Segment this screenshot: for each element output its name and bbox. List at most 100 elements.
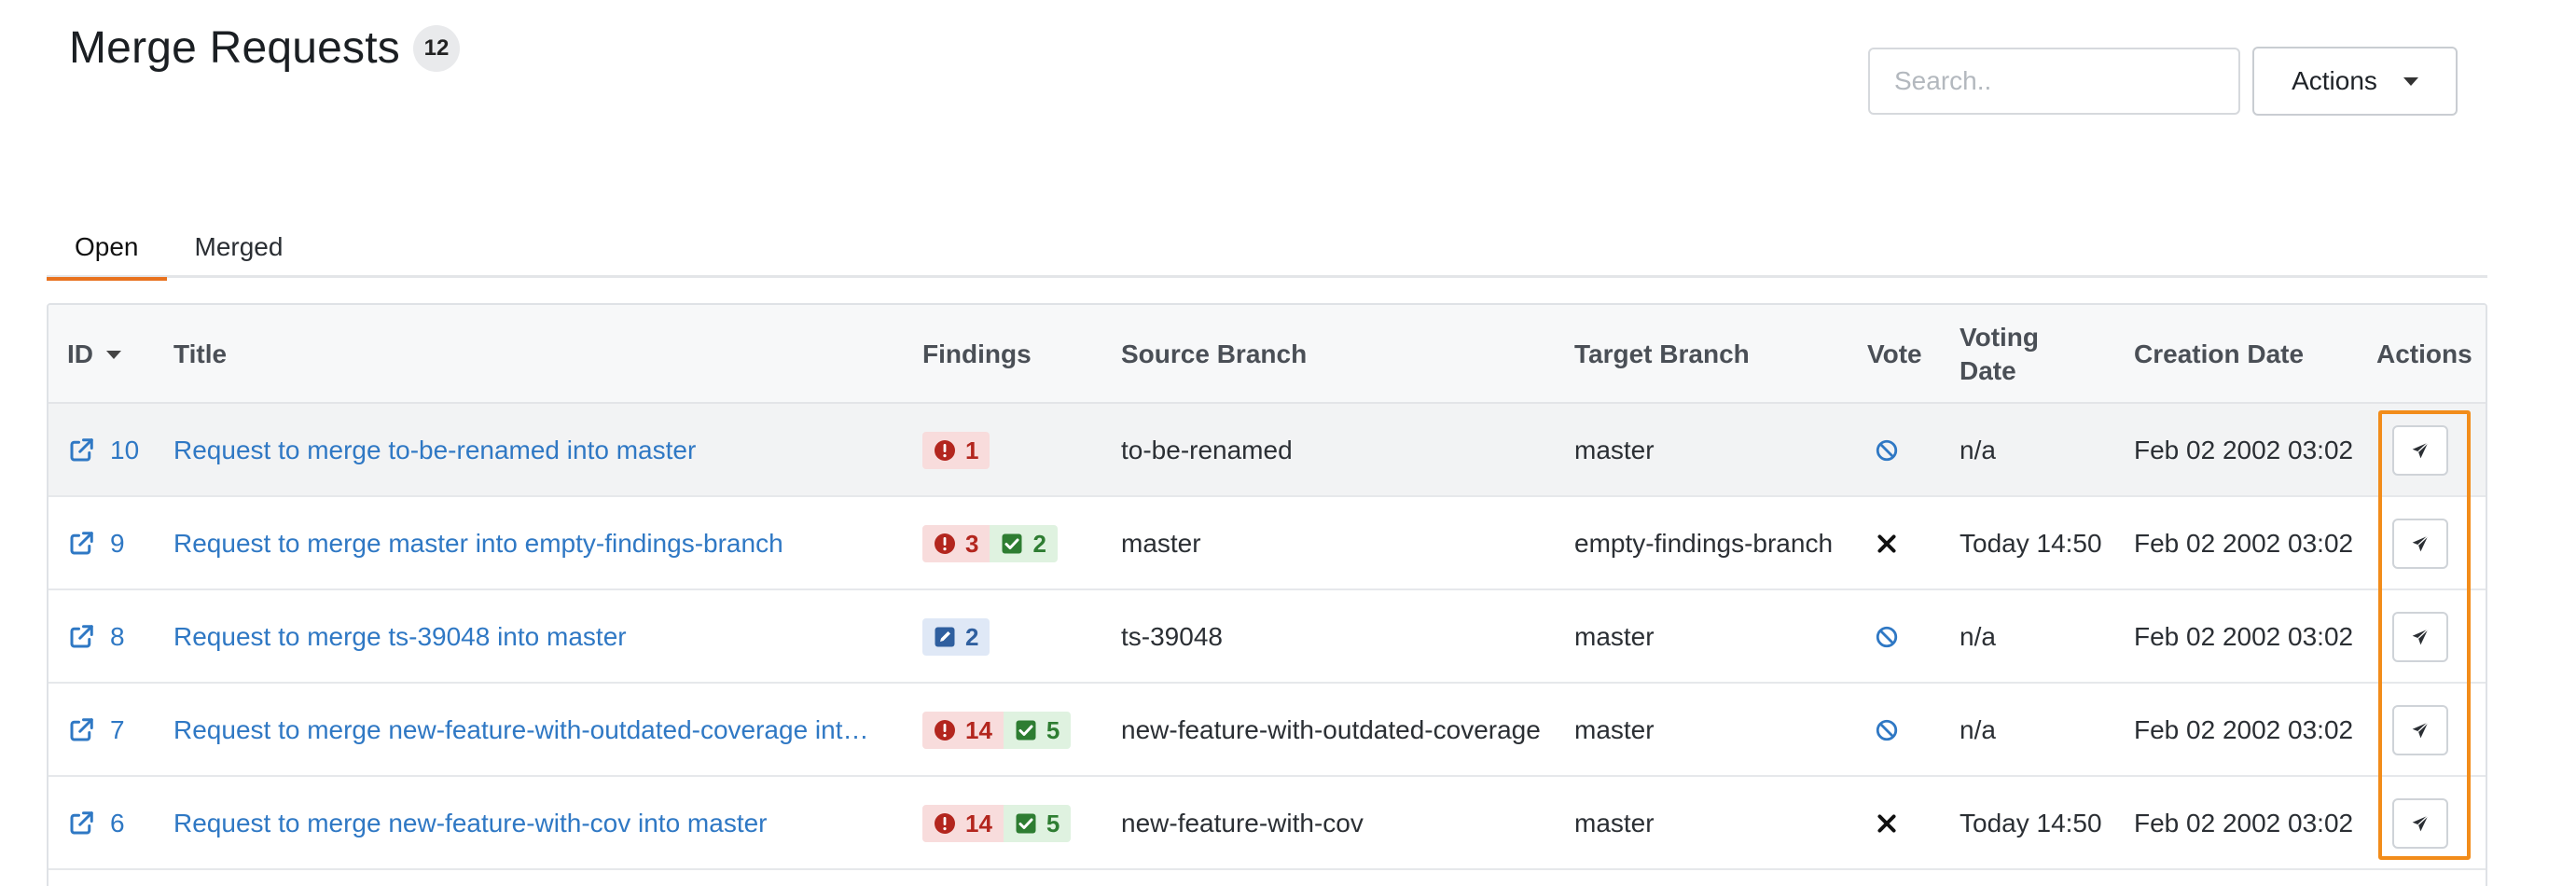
check-square-icon <box>1002 533 1022 554</box>
sort-descending-icon[interactable] <box>106 350 121 359</box>
x-mark-icon <box>1877 534 1896 553</box>
findings-badge-red[interactable]: 14 <box>922 805 1004 842</box>
external-link-icon[interactable] <box>67 530 95 558</box>
send-action-button[interactable] <box>2392 612 2448 662</box>
row-vote <box>1862 497 1912 590</box>
external-link-icon[interactable] <box>67 716 95 744</box>
send-action-button[interactable] <box>2392 705 2448 755</box>
row-id[interactable]: 10 <box>110 436 139 465</box>
findings-count: 2 <box>1032 529 1046 558</box>
ban-icon <box>1876 439 1898 462</box>
row-creation-date: Feb 02 2002 03:02 <box>2134 809 2354 838</box>
row-id-link[interactable]: 6 <box>67 777 125 870</box>
search-input[interactable] <box>1894 66 2231 96</box>
pencil-square-icon <box>935 627 955 647</box>
row-id[interactable]: 9 <box>110 529 125 559</box>
actions-dropdown-button[interactable]: Actions <box>2252 47 2458 116</box>
row-findings: 14 5 <box>922 777 1072 870</box>
row-creation-date: Feb 02 2002 03:02 <box>2134 715 2354 744</box>
tab-open[interactable]: Open <box>47 216 167 281</box>
search-box[interactable] <box>1868 48 2240 115</box>
row-title-cell: Request to merge to-be-renamed into mast… <box>173 404 920 497</box>
row-findings: 1 <box>922 404 990 497</box>
row-id-link[interactable]: 10 <box>67 404 139 497</box>
send-action-button[interactable] <box>2392 519 2448 569</box>
row-source-branch: new-feature-with-cov <box>1121 809 1364 838</box>
page-title: Merge Requests <box>69 23 400 73</box>
findings-badge-green[interactable]: 2 <box>990 525 1058 562</box>
row-id-link[interactable]: 9 <box>67 497 125 590</box>
row-title-link[interactable]: Request to merge ts-39048 into master <box>173 622 627 652</box>
merge-requests-page: Merge Requests 12 Actions Open Merged ID… <box>0 0 2576 886</box>
paper-plane-icon <box>2412 629 2429 645</box>
count-badge: 12 <box>412 24 460 72</box>
merge-requests-table: ID Title Findings Source Branch Target B… <box>47 303 2487 886</box>
column-header-title: Title <box>173 339 228 368</box>
row-id[interactable]: 7 <box>110 715 125 745</box>
column-header-target-branch: Target Branch <box>1574 339 1750 368</box>
table-row: 8 Request to merge ts-39048 into master … <box>48 590 2486 684</box>
check-square-icon <box>1016 813 1036 834</box>
row-source-branch: new-feature-with-outdated-coverage <box>1121 715 1541 744</box>
row-actions <box>2392 684 2448 777</box>
column-header-id-label: ID <box>67 339 93 368</box>
row-id[interactable]: 6 <box>110 809 125 838</box>
row-creation-date: Feb 02 2002 03:02 <box>2134 436 2354 464</box>
row-title-cell: Request to merge new-feature-with-cov in… <box>173 777 920 870</box>
paper-plane-icon <box>2412 815 2429 832</box>
row-actions <box>2392 590 2448 684</box>
tab-bar: Open Merged <box>47 216 2487 281</box>
row-vote <box>1862 404 1912 497</box>
column-header-findings: Findings <box>922 339 1032 368</box>
row-target-branch: master <box>1574 436 1655 464</box>
exclamation-circle-icon <box>935 720 955 741</box>
external-link-icon[interactable] <box>67 623 95 651</box>
table-row: 6 Request to merge new-feature-with-cov … <box>48 777 2486 870</box>
row-title-link[interactable]: Request to merge to-be-renamed into mast… <box>173 436 696 465</box>
findings-badge-blue[interactable]: 2 <box>922 618 990 656</box>
row-voting-date: n/a <box>1960 436 1996 464</box>
external-link-icon[interactable] <box>67 436 95 464</box>
row-title-cell: Request to merge new-feature-with-outdat… <box>173 684 920 777</box>
table-row: 9 Request to merge master into empty-fin… <box>48 497 2486 590</box>
tab-merged[interactable]: Merged <box>167 216 312 278</box>
row-title-link[interactable]: Request to merge new-feature-with-outdat… <box>173 715 869 745</box>
row-vote <box>1862 590 1912 684</box>
row-creation-date: Feb 02 2002 03:02 <box>2134 529 2354 558</box>
row-title-cell: Request to merge master into empty-findi… <box>173 497 920 590</box>
column-header-id[interactable]: ID <box>67 305 121 404</box>
column-header-creation-date: Creation Date <box>2134 339 2305 368</box>
column-header-voting-date: Voting Date <box>1960 305 2039 404</box>
external-link-icon[interactable] <box>67 810 95 838</box>
row-actions <box>2392 497 2448 590</box>
ban-icon <box>1876 626 1898 648</box>
exclamation-circle-icon <box>935 440 955 461</box>
row-voting-date: Today 14:50 <box>1960 809 2102 838</box>
column-header-actions: Actions <box>2376 339 2472 368</box>
findings-badge-red[interactable]: 1 <box>922 432 990 469</box>
row-id-link[interactable]: 8 <box>67 590 125 684</box>
x-mark-icon <box>1877 814 1896 833</box>
findings-badge-green[interactable]: 5 <box>1003 805 1072 842</box>
findings-count: 3 <box>965 529 979 558</box>
table-row: 7 Request to merge new-feature-with-outd… <box>48 684 2486 777</box>
send-action-button[interactable] <box>2392 798 2448 849</box>
findings-badge-red[interactable]: 3 <box>922 525 990 562</box>
row-title-link[interactable]: Request to merge master into empty-findi… <box>173 529 783 559</box>
findings-count: 1 <box>965 436 979 464</box>
findings-badge-green[interactable]: 5 <box>1003 712 1072 749</box>
row-title-link[interactable]: Request to merge new-feature-with-cov in… <box>173 809 768 838</box>
page-header: Merge Requests 12 <box>69 22 460 74</box>
send-action-button[interactable] <box>2392 425 2448 476</box>
table-header: ID Title Findings Source Branch Target B… <box>48 305 2486 404</box>
paper-plane-icon <box>2412 535 2429 552</box>
row-source-branch: ts-39048 <box>1121 622 1223 651</box>
findings-badge-red[interactable]: 14 <box>922 712 1004 749</box>
row-vote <box>1862 684 1912 777</box>
findings-count: 14 <box>965 715 992 744</box>
paper-plane-icon <box>2412 722 2429 739</box>
row-id[interactable]: 8 <box>110 622 125 652</box>
row-id-link[interactable]: 7 <box>67 684 125 777</box>
row-findings: 3 2 <box>922 497 1058 590</box>
row-findings: 2 <box>922 590 990 684</box>
